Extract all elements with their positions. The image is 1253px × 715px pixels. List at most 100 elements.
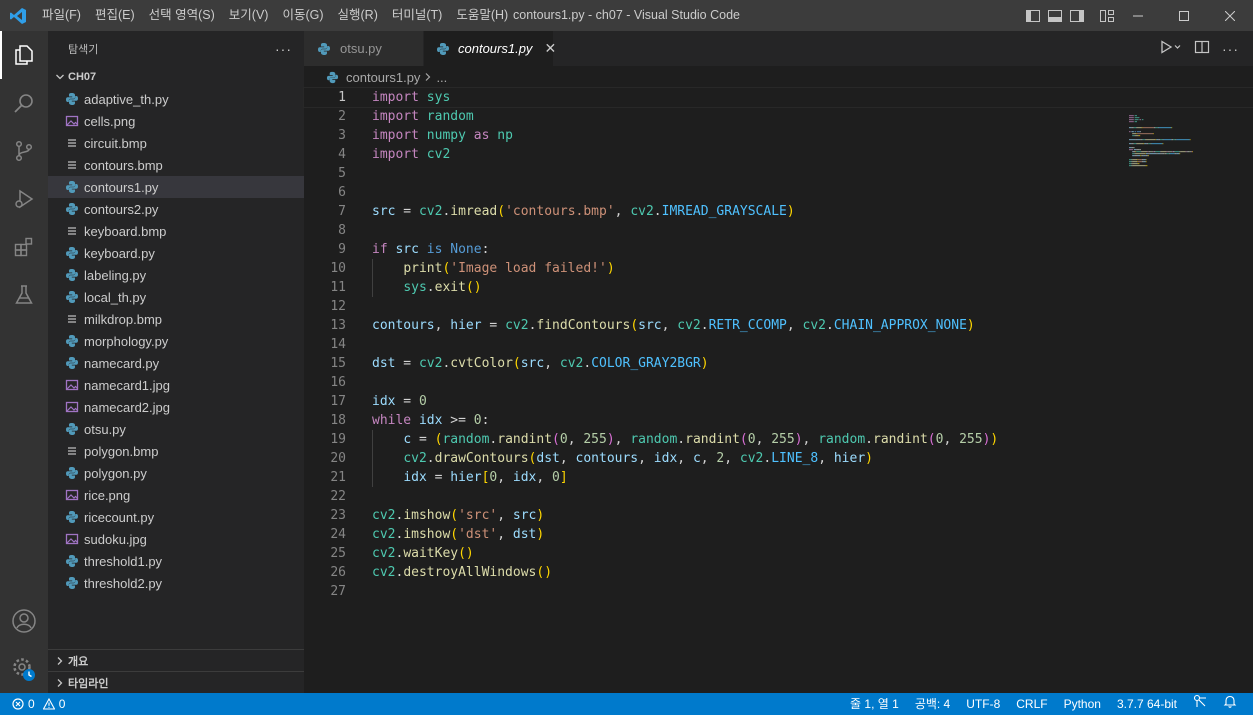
file-item[interactable]: circuit.bmp <box>48 132 304 154</box>
file-item[interactable]: polygon.bmp <box>48 440 304 462</box>
code-line[interactable]: 9 if src is None: <box>304 240 1253 259</box>
file-item[interactable]: polygon.py <box>48 462 304 484</box>
menu-go[interactable]: 이동(G) <box>275 0 330 31</box>
cursor-position[interactable]: 줄 1, 열 1 <box>842 693 907 715</box>
run-python-file-icon[interactable] <box>1160 40 1182 57</box>
file-item[interactable]: contours.bmp <box>48 154 304 176</box>
customize-layout-icon[interactable] <box>1099 8 1115 24</box>
menu-help[interactable]: 도움말(H) <box>449 0 515 31</box>
file-item[interactable]: sudoku.jpg <box>48 528 304 550</box>
more-actions-icon[interactable]: ··· <box>1222 41 1239 57</box>
testing-flask-icon[interactable] <box>0 271 48 319</box>
code-line[interactable]: 21 idx = hier[0, idx, 0] <box>304 468 1253 487</box>
run-debug-icon[interactable] <box>0 175 48 223</box>
close-tab-icon[interactable]: ✕ <box>544 40 556 57</box>
code-line[interactable]: 16 <box>304 373 1253 392</box>
file-item[interactable]: otsu.py <box>48 418 304 440</box>
file-item[interactable]: cells.png <box>48 110 304 132</box>
code-line[interactable]: 2 import random <box>304 107 1253 126</box>
code-line[interactable]: 18 while idx >= 0: <box>304 411 1253 430</box>
code-line[interactable]: 14 <box>304 335 1253 354</box>
minimap[interactable] <box>1129 115 1219 175</box>
code-token: = <box>426 470 451 485</box>
folder-ch07[interactable]: CH07 <box>48 66 304 88</box>
file-item[interactable]: local_th.py <box>48 286 304 308</box>
file-item[interactable]: keyboard.bmp <box>48 220 304 242</box>
tab-contours1[interactable]: contours1.py ✕ <box>424 31 556 66</box>
file-item[interactable]: threshold1.py <box>48 550 304 572</box>
code-line[interactable]: 24 cv2.imshow('dst', dst) <box>304 525 1253 544</box>
code-line[interactable]: 19 c = (random.randint(0, 255), random.r… <box>304 430 1253 449</box>
maximize-button[interactable] <box>1161 0 1207 31</box>
indentation[interactable]: 공백: 4 <box>907 693 958 715</box>
code-line[interactable]: 3 import numpy as np <box>304 126 1253 145</box>
code-line[interactable]: 7 src = cv2.imread('contours.bmp', cv2.IM… <box>304 202 1253 221</box>
code-line[interactable]: 17 idx = 0 <box>304 392 1253 411</box>
split-editor-icon[interactable] <box>1194 39 1210 58</box>
code-line[interactable]: 15 dst = cv2.cvtColor(src, cv2.COLOR_GRAY… <box>304 354 1253 373</box>
file-item[interactable]: namecard.py <box>48 352 304 374</box>
code-line[interactable]: 23 cv2.imshow('src', src) <box>304 506 1253 525</box>
menu-edit[interactable]: 편집(E) <box>88 0 142 31</box>
code-line[interactable]: 1 import sys <box>303 87 1253 108</box>
menu-terminal[interactable]: 터미널(T) <box>385 0 449 31</box>
timeline-section[interactable]: 타임라인 <box>48 671 304 693</box>
file-item[interactable]: ricecount.py <box>48 506 304 528</box>
code-line[interactable]: 27 <box>304 582 1253 601</box>
python-file-icon <box>324 69 340 85</box>
close-button[interactable] <box>1207 0 1253 31</box>
extensions-icon[interactable] <box>0 223 48 271</box>
code-line[interactable]: 26 cv2.destroyAllWindows() <box>304 563 1253 582</box>
tab-otsu[interactable]: otsu.py <box>304 31 424 66</box>
language-mode[interactable]: Python <box>1056 693 1109 715</box>
file-item[interactable]: keyboard.py <box>48 242 304 264</box>
search-icon[interactable] <box>0 79 48 127</box>
file-item[interactable]: morphology.py <box>48 330 304 352</box>
code-line[interactable]: 20 cv2.drawContours(dst, contours, idx, … <box>304 449 1253 468</box>
menu-file[interactable]: 파일(F) <box>35 0 88 31</box>
breadcrumb-symbol[interactable]: ... <box>436 70 447 85</box>
line-ending[interactable]: CRLF <box>1008 693 1055 715</box>
code-line[interactable]: 11 sys.exit() <box>304 278 1253 297</box>
source-control-icon[interactable] <box>0 127 48 175</box>
file-item[interactable]: namecard1.jpg <box>48 374 304 396</box>
file-item[interactable]: rice.png <box>48 484 304 506</box>
file-item[interactable]: adaptive_th.py <box>48 88 304 110</box>
code-line[interactable]: 22 <box>304 487 1253 506</box>
menu-run[interactable]: 실행(R) <box>331 0 385 31</box>
file-label: sudoku.jpg <box>84 531 147 547</box>
code-line[interactable]: 4 import cv2 <box>304 145 1253 164</box>
file-item[interactable]: labeling.py <box>48 264 304 286</box>
code-line[interactable]: 13 contours, hier = cv2. findContours(src,… <box>304 316 1253 335</box>
file-item[interactable]: contours2.py <box>48 198 304 220</box>
code-line[interactable]: 12 <box>304 297 1253 316</box>
code-line[interactable]: 6 <box>304 183 1253 202</box>
menu-selection[interactable]: 선택 영역(S) <box>142 0 222 31</box>
code-line[interactable]: 8 <box>304 221 1253 240</box>
minimize-button[interactable] <box>1115 0 1161 31</box>
file-item[interactable]: contours1.py <box>48 176 304 198</box>
toggle-secondary-sidebar-icon[interactable] <box>1069 8 1085 24</box>
toggle-panel-icon[interactable] <box>1047 8 1063 24</box>
feedback-icon[interactable] <box>1185 693 1215 715</box>
toggle-primary-sidebar-icon[interactable] <box>1025 8 1041 24</box>
manage-gear-icon[interactable] <box>0 645 48 693</box>
account-icon[interactable] <box>0 597 48 645</box>
breadcrumb-file[interactable]: contours1.py <box>346 70 420 85</box>
notifications-bell-icon[interactable] <box>1215 693 1245 715</box>
menu-view[interactable]: 보기(V) <box>222 0 276 31</box>
problems-status[interactable]: 0 0 <box>0 697 65 711</box>
file-item[interactable]: milkdrop.bmp <box>48 308 304 330</box>
python-interpreter[interactable]: 3.7.7 64-bit <box>1109 693 1185 715</box>
code-token: ( <box>552 432 560 447</box>
file-item[interactable]: namecard2.jpg <box>48 396 304 418</box>
code-editor[interactable]: 1 import sys 2 import random 3 import numpy a… <box>303 87 1253 693</box>
file-item[interactable]: threshold2.py <box>48 572 304 594</box>
outline-section[interactable]: 개요 <box>48 649 304 671</box>
explorer-icon[interactable] <box>0 31 48 79</box>
more-actions-icon[interactable]: ··· <box>275 41 292 57</box>
encoding[interactable]: UTF-8 <box>958 693 1008 715</box>
code-line[interactable]: 10 print('Image load failed!') <box>304 259 1253 278</box>
code-line[interactable]: 5 <box>304 164 1253 183</box>
code-line[interactable]: 25 cv2.waitKey() <box>304 544 1253 563</box>
